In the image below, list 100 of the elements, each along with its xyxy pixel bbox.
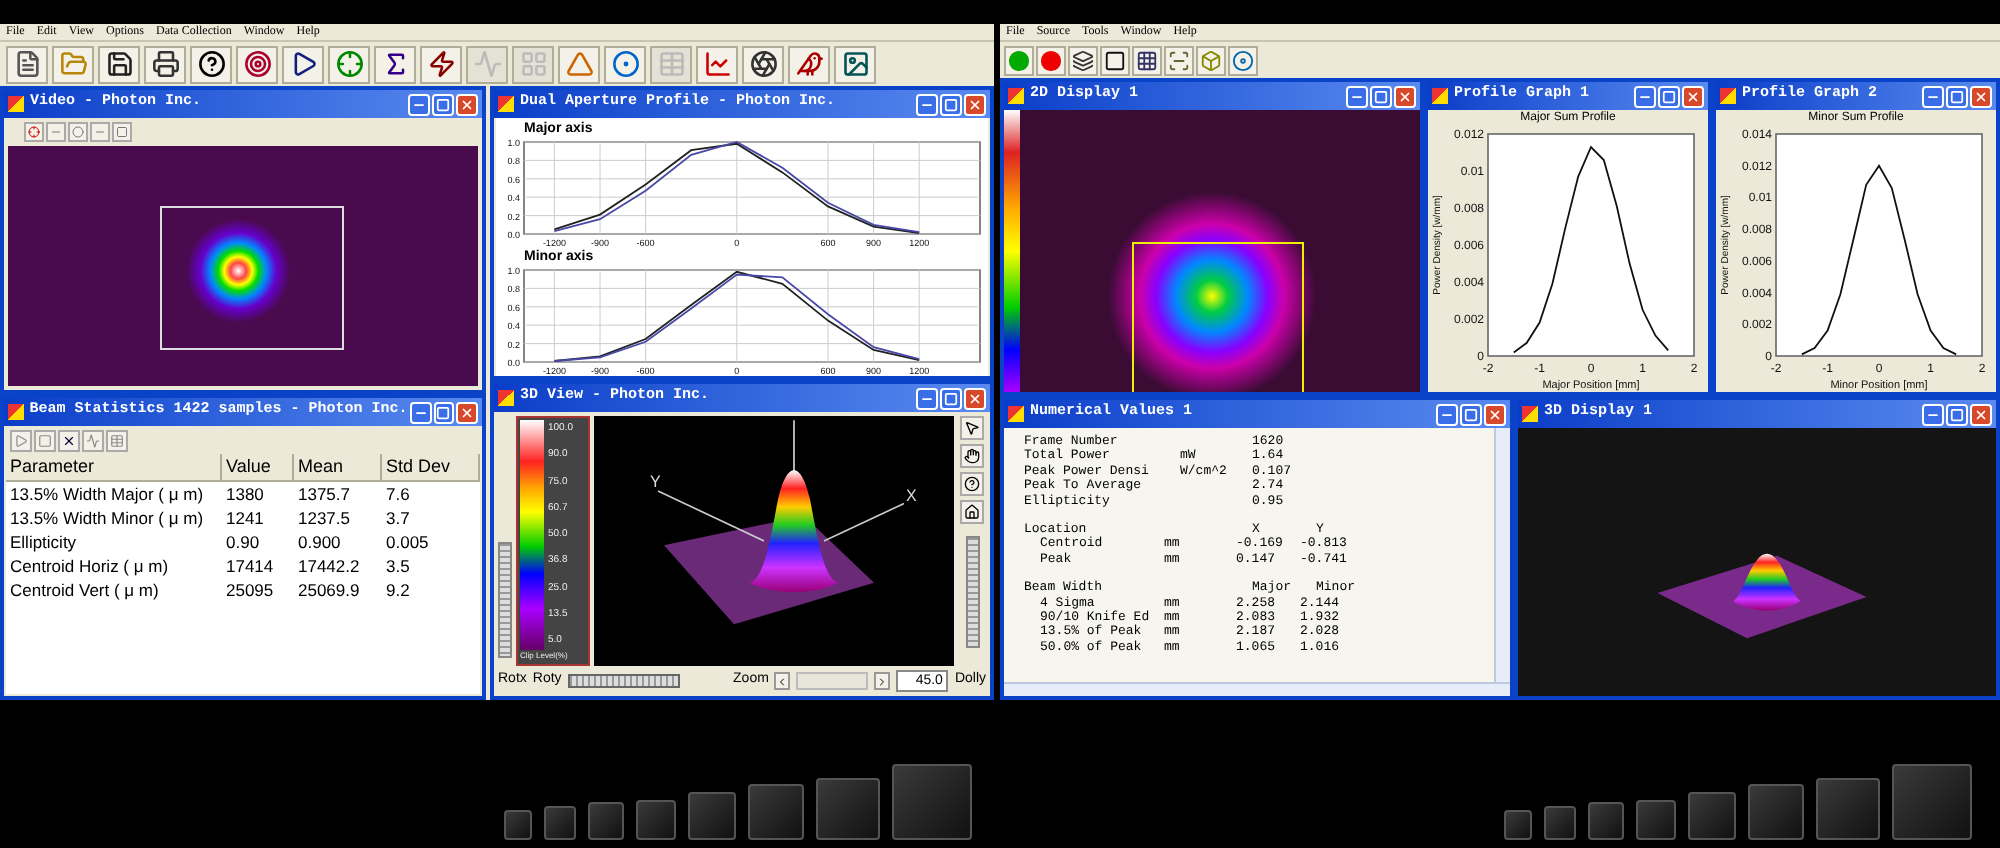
minimize-button[interactable] [1922,85,1944,107]
beam-spot-icon [611,50,639,78]
close-icon [1974,89,1988,103]
maximize-icon [436,97,450,111]
app-icon [1720,88,1736,104]
maximize-button[interactable] [940,387,962,409]
maximize-icon [1950,89,1964,103]
table-cell-text: 17442.2 [296,554,362,578]
play-icon [289,50,317,78]
close-button[interactable] [964,387,986,409]
document-icon [13,50,41,78]
video-tool-button[interactable] [68,122,88,142]
maximize-button[interactable] [1946,403,1968,425]
slider-track[interactable] [965,536,979,648]
close-button[interactable] [456,93,478,115]
maximize-icon [1662,89,1676,103]
close-button[interactable] [1970,85,1992,107]
minimize-button[interactable] [1436,403,1458,425]
toolbar-button[interactable] [6,45,48,83]
view-tool-button[interactable] [960,472,984,496]
maximize-button[interactable] [1658,85,1680,107]
laser-module-photo [1636,799,1676,840]
minimize-button[interactable] [409,401,432,423]
home-icon [964,504,980,520]
maximize-button[interactable] [1460,403,1482,425]
circle-icon [1008,49,1030,71]
laser-module-photo [816,777,880,840]
table-cell-text: 13.5% Width Minor ( μ m) [8,506,206,530]
axis-label: Y [650,472,661,491]
minimize-button[interactable] [916,93,938,115]
table-cell-text: 7.6 [384,482,412,506]
minimize-button[interactable] [1922,403,1944,425]
view-tool-button[interactable] [960,416,984,440]
toolbar-button[interactable] [190,45,232,83]
scroll-left-button[interactable] [774,672,791,690]
laser-module-photo [504,810,532,840]
maximize-button[interactable] [940,93,962,115]
print-icon [151,50,179,78]
toolbar-button[interactable] [1100,45,1130,75]
toolbar-button[interactable] [834,45,876,83]
layers-icon [1072,49,1094,71]
tool-icon [28,126,40,138]
column-header[interactable]: Value [222,454,294,482]
app-icon [1432,88,1448,104]
table-cell-text: 3.5 [384,554,412,578]
scan-icon [1168,49,1190,71]
line-chart-icon [703,50,731,78]
toolbar-button[interactable] [788,45,830,83]
close-button[interactable] [456,401,478,423]
bird-icon [795,50,823,78]
maximize-icon [1464,407,1478,421]
toolbar-button[interactable] [1068,45,1098,75]
toolbar-button[interactable] [374,45,416,83]
horizontal-scrollbar[interactable] [1004,682,1510,696]
tool-icon [86,433,100,447]
column-header[interactable]: Mean [294,454,382,482]
view-tool-button[interactable] [960,444,984,468]
toolbar-button[interactable] [742,45,784,83]
close-button[interactable] [1682,85,1704,107]
video-tool-button[interactable] [112,122,132,142]
column-header[interactable]: Parameter [6,454,222,482]
square-icon [1104,49,1126,71]
view-tool-button[interactable] [960,500,984,524]
laser-module-photo [636,799,676,840]
maximize-button[interactable] [432,93,454,115]
table-cell-text: 0.005 [384,530,431,554]
table-cell-text: 1237.5 [296,506,352,530]
minimize-button[interactable] [408,93,430,115]
column-header[interactable]: Std Dev [382,454,480,482]
close-button[interactable] [1484,403,1506,425]
grid-icon [519,50,547,78]
close-button[interactable] [1970,403,1992,425]
toolbar-button[interactable] [144,45,186,83]
video-tool-button[interactable] [24,122,44,142]
maximize-button[interactable] [433,401,455,423]
toolbar-button[interactable] [236,45,278,83]
slider-track[interactable] [498,542,512,658]
close-button[interactable] [964,93,986,115]
minimize-button[interactable] [1634,85,1656,107]
toolbar-button[interactable] [282,45,324,83]
laser-module-photo [1504,810,1532,840]
vertical-scrollbar[interactable] [1494,428,1510,682]
stats-tool-button[interactable] [58,429,80,451]
tool-icon [62,433,76,447]
slider-track[interactable] [796,672,869,690]
maximize-button[interactable] [1946,85,1968,107]
close-icon [1974,407,1988,421]
toolbar-button[interactable] [420,45,462,83]
help-icon [964,476,980,492]
minimize-button[interactable] [1346,85,1368,107]
scroll-right-button[interactable] [874,672,891,690]
table-cell-text: 3.7 [384,506,412,530]
toolbar-button[interactable] [98,45,140,83]
maximize-button[interactable] [1370,85,1392,107]
tool-icon [110,433,124,447]
minimize-button[interactable] [916,387,938,409]
maximize-icon [436,405,451,419]
close-button[interactable] [1394,85,1416,107]
toolbar-button[interactable] [1132,45,1162,75]
slider-track[interactable] [567,674,680,688]
